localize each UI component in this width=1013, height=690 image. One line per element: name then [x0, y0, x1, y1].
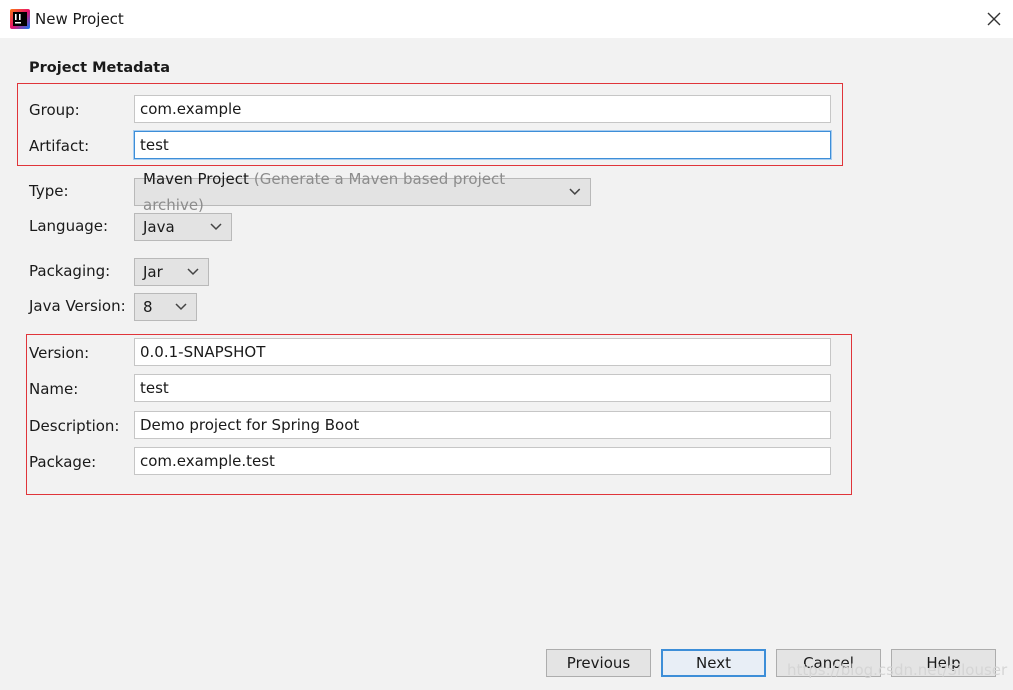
chevron-down-icon: [210, 223, 222, 231]
version-input[interactable]: [134, 338, 831, 366]
group-input[interactable]: [134, 95, 831, 123]
description-input[interactable]: [134, 411, 831, 439]
window-title: New Project: [35, 10, 124, 28]
name-label: Name:: [29, 380, 79, 398]
java-version-value: 8: [143, 298, 153, 316]
language-label: Language:: [29, 217, 109, 235]
chevron-down-icon: [187, 268, 199, 276]
next-button[interactable]: Next: [661, 649, 766, 677]
packaging-value: Jar: [143, 263, 163, 281]
previous-button-label: Previous: [566, 654, 631, 672]
title-bar: New Project: [0, 0, 1013, 38]
next-button-label: Next: [696, 654, 731, 672]
language-select[interactable]: Java: [134, 213, 232, 241]
package-label: Package:: [29, 453, 97, 471]
chevron-down-icon: [175, 303, 187, 311]
name-input[interactable]: [134, 374, 831, 402]
group-label: Group:: [29, 101, 80, 119]
type-select[interactable]: Maven Project (Generate a Maven based pro…: [134, 170, 591, 214]
language-value: Java: [143, 218, 175, 236]
chevron-down-icon: [569, 188, 581, 195]
version-label: Version:: [29, 344, 90, 362]
packaging-label: Packaging:: [29, 262, 111, 280]
type-label: Type:: [29, 182, 69, 200]
java-version-label: Java Version:: [29, 297, 126, 315]
description-label: Description:: [29, 417, 120, 435]
previous-button[interactable]: Previous: [546, 649, 651, 677]
java-version-select[interactable]: 8: [134, 293, 197, 321]
watermark: https://blog.csdn.net/Silouser: [787, 661, 1008, 679]
packaging-select[interactable]: Jar: [134, 258, 209, 286]
type-value: Maven Project: [143, 170, 249, 188]
artifact-label: Artifact:: [29, 137, 90, 155]
artifact-input[interactable]: [134, 131, 831, 159]
close-button[interactable]: [975, 0, 1013, 38]
intellij-icon: [10, 9, 30, 29]
package-input[interactable]: [134, 447, 831, 475]
section-title: Project Metadata: [29, 60, 170, 76]
close-icon[interactable]: [987, 12, 1001, 26]
